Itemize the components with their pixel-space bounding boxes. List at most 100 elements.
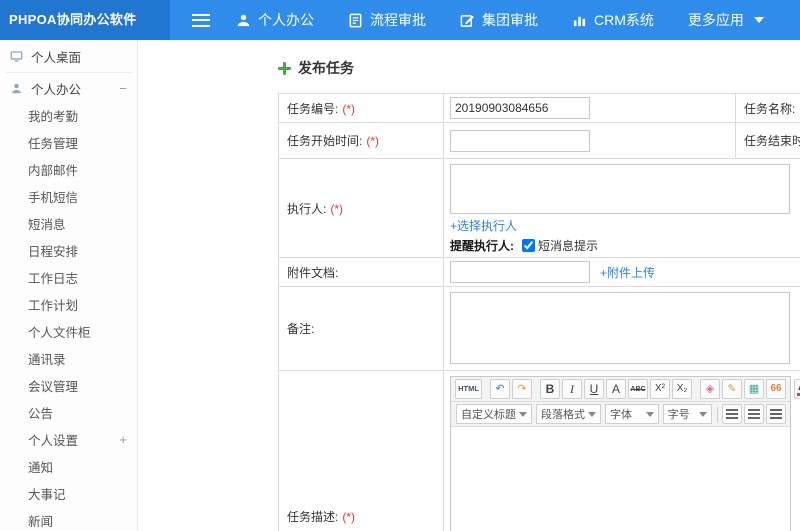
sidebar-item-label: 通讯录 — [28, 353, 66, 367]
sidebar-list: 个人桌面个人办公 − 我的考勤任务管理内部邮件手机短信短消息日程安排工作日志 工作计划… — [0, 43, 137, 531]
sidebar-item-label: 内部邮件 — [28, 164, 79, 178]
paragraph-format-select[interactable]: 段落格式 — [536, 404, 601, 424]
sidebar-item-personal-file-cabinet[interactable]: 个人文件柜 — [0, 318, 137, 345]
editor-content-area[interactable] — [451, 427, 790, 531]
redo-button[interactable]: ↷ — [512, 379, 532, 399]
attachment-upload-link[interactable]: +附件上传 — [600, 264, 655, 281]
sidebar-item-label: 我的考勤 — [28, 110, 79, 124]
button-glyph: X₂ — [676, 383, 688, 394]
collapse-icon[interactable]: − — [119, 81, 127, 96]
nav-item-process-approval[interactable]: 流程审批 — [348, 10, 426, 30]
sidebar-item-label: 日程安排 — [28, 245, 79, 259]
page-title: 发布任务 — [278, 58, 800, 78]
select-executor-link[interactable]: +选择执行人 — [450, 217, 517, 234]
sidebar-divider — [6, 72, 131, 73]
start-time-input-cell — [443, 122, 736, 159]
format-brush-button[interactable]: ✎ — [722, 379, 742, 399]
palette-button[interactable]: ▦ — [744, 379, 764, 399]
align-left-button[interactable] — [722, 404, 742, 424]
caret-down-icon — [519, 411, 527, 417]
button-glyph: ↶ — [495, 382, 505, 395]
align-lines-icon — [770, 409, 782, 419]
remark-label-cell: 备注: — [278, 286, 444, 371]
caret-down-icon — [699, 411, 708, 417]
form-row-time: 任务开始时间:(*) 任务结束时间:(*) — [278, 122, 800, 159]
font-color-button[interactable]: A — [794, 379, 800, 399]
sidebar-item-schedule[interactable]: 日程安排 — [0, 237, 137, 264]
font-style-button[interactable]: A — [606, 379, 626, 399]
attachment-input[interactable] — [450, 261, 590, 283]
form-row-attachment: 附件文档: +附件上传 — [278, 257, 800, 287]
eraser-button[interactable]: ◈ — [700, 379, 720, 399]
subscript-button[interactable]: X₂ — [672, 379, 692, 399]
document-icon — [348, 13, 363, 28]
custom-title-select[interactable]: 自定义标题 — [456, 404, 532, 424]
sidebar-item-news[interactable]: 新闻 — [0, 507, 137, 531]
field-label: 任务编号: — [287, 101, 339, 116]
button-glyph: A — [611, 382, 620, 396]
task-number-input[interactable] — [450, 97, 590, 119]
nav-item-crm-system[interactable]: CRM系统 — [572, 10, 654, 30]
editor-toolbar-row1: HTML↶↷BIUAABCX²X₂◈✎▦66A — [451, 377, 800, 402]
sidebar-item-announcement[interactable]: 公告 — [0, 399, 137, 426]
required-mark: (*) — [330, 201, 344, 216]
attachment-cell: +附件上传 — [443, 257, 800, 287]
sidebar-item-label: 短消息 — [28, 218, 66, 232]
sidebar-item-notice[interactable]: 通知 — [0, 453, 137, 480]
bold-button[interactable]: B — [540, 379, 560, 399]
align-lines-icon — [726, 409, 738, 419]
button-glyph: 66 — [770, 383, 782, 394]
nav-label: 集团审批 — [482, 12, 538, 28]
button-glyph: X² — [655, 383, 665, 394]
html-source-button[interactable]: HTML — [455, 379, 482, 399]
form-row-task-number: 任务编号:(*) 任务名称:(*) — [278, 93, 800, 123]
sidebar-item-label: 任务管理 — [28, 137, 79, 151]
superscript-button[interactable]: X² — [650, 379, 670, 399]
sidebar-item-mobile-sms[interactable]: 手机短信 — [0, 183, 137, 210]
sidebar-item-personal-settings[interactable]: 个人设置 + — [0, 426, 137, 453]
sidebar-item-short-message[interactable]: 短消息 — [0, 210, 137, 237]
sidebar-item-personal-office[interactable]: 个人办公 − — [0, 75, 137, 102]
nav-label: 个人办公 — [258, 12, 314, 28]
italic-button[interactable]: I — [562, 379, 582, 399]
sidebar-item-internal-mail[interactable]: 内部邮件 — [0, 156, 137, 183]
font-size-select[interactable]: 字号 — [662, 404, 713, 424]
align-lines-icon — [748, 409, 760, 419]
sidebar-item-label: 个人办公 — [31, 83, 82, 97]
caret-down-icon — [645, 411, 654, 417]
nav-item-personal-office[interactable]: 个人办公 — [236, 10, 314, 30]
executor-textarea[interactable] — [450, 164, 790, 214]
button-glyph: ✎ — [727, 382, 737, 395]
sidebar-item-contacts[interactable]: 通讯录 — [0, 345, 137, 372]
sidebar-item-personal-desktop[interactable]: 个人桌面 — [0, 43, 137, 70]
nav-item-more-apps[interactable]: 更多应用 — [688, 10, 764, 30]
sms-remind-checkbox[interactable] — [522, 239, 535, 252]
sidebar-item-work-plan[interactable]: 工作计划 — [0, 291, 137, 318]
underline-button[interactable]: U — [584, 379, 604, 399]
blockquote-button[interactable]: 66 — [766, 379, 786, 399]
align-right-button[interactable] — [766, 404, 786, 424]
field-label: 附件文档: — [287, 265, 339, 280]
start-time-input[interactable] — [450, 129, 590, 152]
sidebar-item-label: 个人文件柜 — [28, 326, 91, 340]
remark-textarea[interactable] — [450, 292, 790, 364]
hamburger-menu-icon[interactable] — [192, 13, 210, 27]
sidebar-item-task-management[interactable]: 任务管理 — [0, 129, 137, 156]
sidebar-item-label: 会议管理 — [28, 380, 79, 394]
remind-executor-label: 提醒执行人: — [450, 239, 514, 253]
undo-button[interactable]: ↶ — [490, 379, 510, 399]
font-family-select[interactable]: 字体 — [605, 404, 659, 424]
sidebar-item-label: 通知 — [28, 461, 54, 475]
sidebar-item-memorabilia[interactable]: 大事记 — [0, 480, 137, 507]
expand-icon[interactable]: + — [119, 432, 127, 447]
button-glyph: B — [545, 382, 555, 396]
top-nav: 个人办公 流程审批 集团审批 CRM系统 更多应用 — [236, 10, 764, 30]
sidebar-item-work-log[interactable]: 工作日志 — [0, 264, 137, 291]
app-logo[interactable]: PHPOA协同办公软件 — [0, 0, 170, 40]
sidebar-item-my-attendance[interactable]: 我的考勤 — [0, 102, 137, 129]
nav-item-group-approval[interactable]: 集团审批 — [460, 10, 538, 30]
sidebar-item-meeting-management[interactable]: 会议管理 — [0, 372, 137, 399]
strikethrough-button[interactable]: ABC — [628, 379, 648, 399]
align-center-button[interactable] — [744, 404, 764, 424]
attachment-label-cell: 附件文档: — [278, 257, 444, 287]
